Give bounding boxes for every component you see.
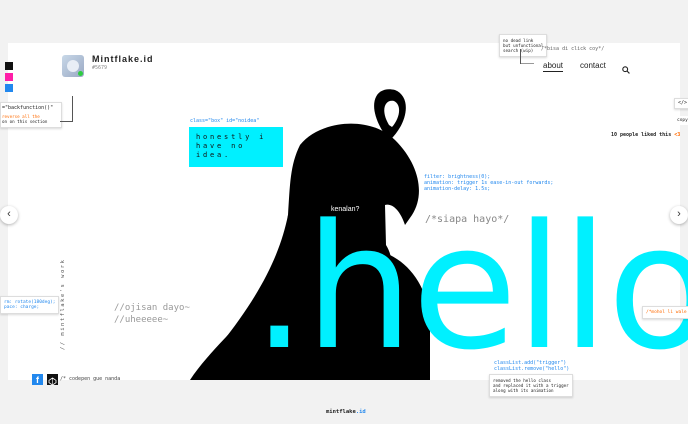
nav-contact-link[interactable]: contact — [580, 61, 606, 70]
code-line: pace: charge; — [4, 305, 40, 310]
hello-text: .hello — [252, 187, 688, 388]
likes-count: 10 people liked this <3 — [611, 132, 680, 138]
search-icon[interactable] — [622, 61, 630, 79]
codepen-icon[interactable] — [47, 374, 58, 386]
code-line: classList.remove("hello") — [494, 366, 570, 372]
brand-id: #5679 — [92, 65, 108, 71]
footer-name: mintflake — [326, 409, 356, 415]
code-toggle-button[interactable]: </> — [674, 98, 688, 109]
backfunction-tooltip: ="backfunction()" reverse all the on on … — [0, 102, 62, 128]
online-dot — [78, 71, 83, 76]
brand-name[interactable]: Mintflake.id — [92, 54, 154, 64]
classlist-tooltip: removed the hello class and replaced it … — [489, 374, 573, 397]
vertical-work-label: // mintflake's work — [60, 258, 66, 350]
tooltip-line: search (wip) — [503, 48, 534, 53]
copy-button[interactable]: copy — [674, 116, 688, 125]
swatch-magenta[interactable] — [5, 73, 13, 81]
swatch-blue[interactable] — [5, 84, 13, 92]
codepen-note: /* codepen gue nanda — [60, 376, 121, 382]
rotate-code-tooltip: rm: rotate(180deg); pace: charge; — [0, 296, 60, 314]
footer-tld: .id — [355, 409, 366, 415]
footer-brand[interactable]: mintflake.id — [326, 409, 366, 415]
click-copy-note: /*bisa di click coy*/ — [541, 46, 605, 52]
tooltip-connector — [60, 121, 72, 122]
tooltip-connector — [520, 49, 521, 64]
ojisan-comment: //ojisan dayo~ //uheeeee~ — [114, 302, 190, 326]
tooltip-line: along with its animation — [493, 388, 554, 393]
prev-arrow-button[interactable]: ‹ — [0, 206, 18, 224]
swatch-black[interactable] — [5, 62, 13, 70]
tooltip-connector — [72, 96, 73, 122]
tooltip-code: ="backfunction()" — [2, 105, 54, 111]
heart-text[interactable]: <3 — [674, 132, 680, 138]
comment-line: //uheeeee~ — [114, 315, 169, 325]
comment-line: //ojisan dayo~ — [114, 303, 190, 313]
classlist-code: classList.add("trigger") classList.remov… — [494, 360, 569, 372]
likes-text: 10 people liked this — [611, 132, 672, 138]
avatar[interactable] — [62, 55, 84, 77]
right-code-tooltip: /*mohol li wale ke*/ — [642, 306, 688, 319]
nav-divider — [520, 63, 534, 64]
tooltip-line: on on this section — [2, 119, 48, 124]
facebook-icon[interactable]: f — [32, 374, 43, 385]
nav-about-link[interactable]: about — [543, 61, 564, 72]
